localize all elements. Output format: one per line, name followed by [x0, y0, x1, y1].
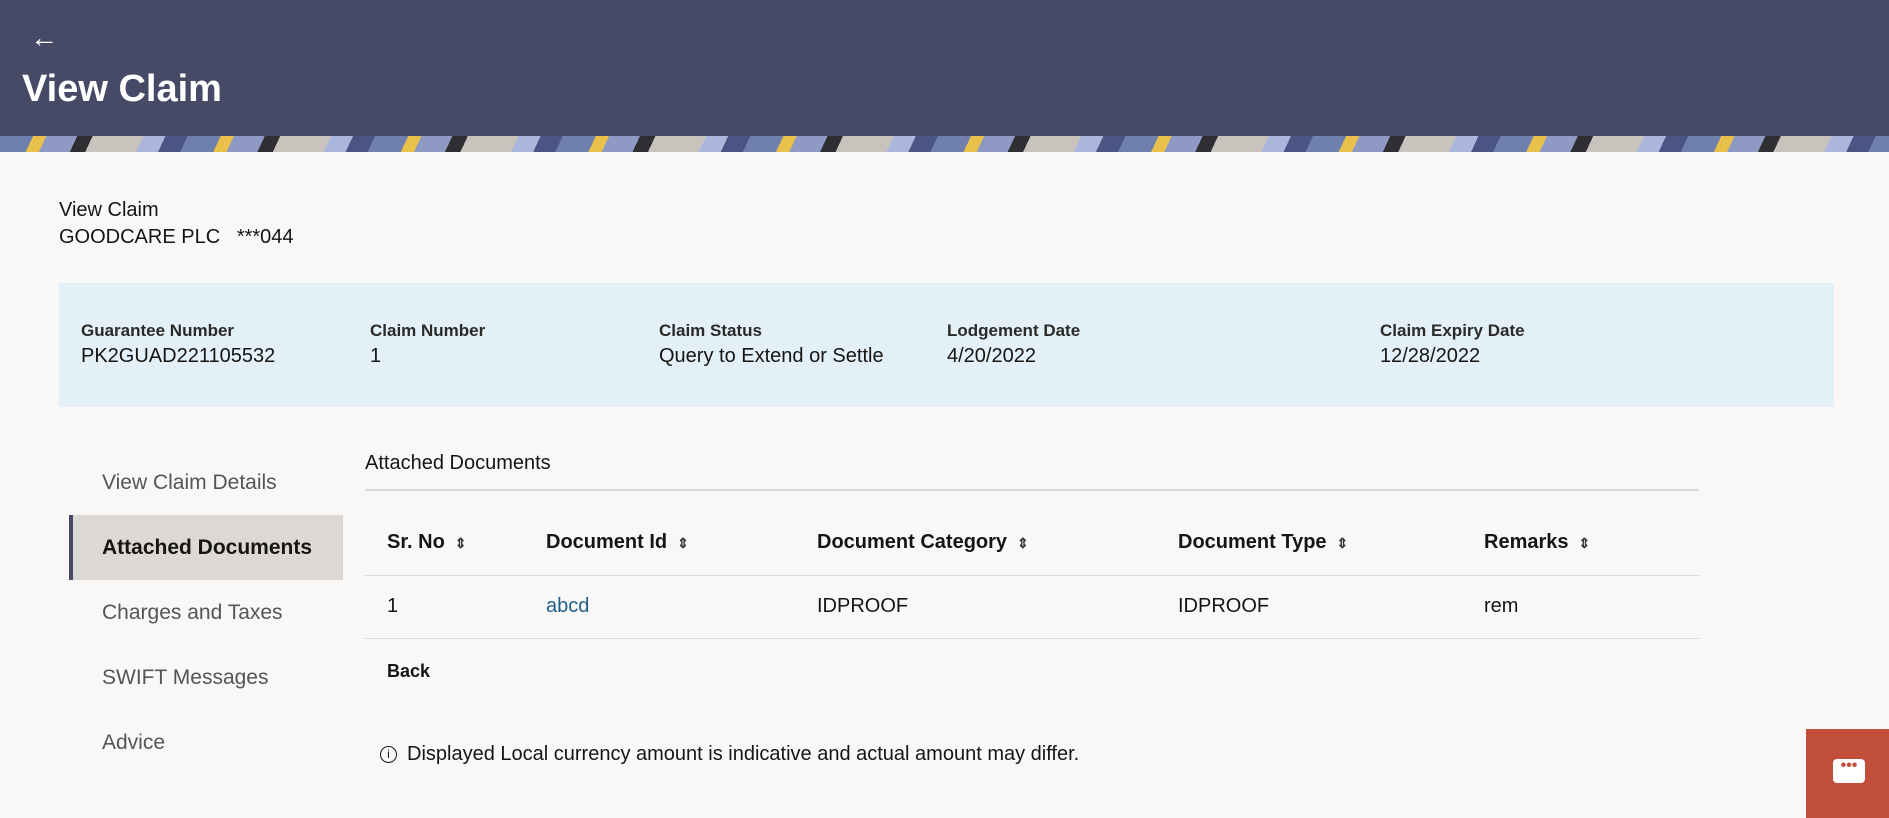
documents-table: Sr. No ⇕ Document Id ⇕ Document Category ⇕ … [365, 510, 1699, 639]
page-title: View Claim [22, 68, 222, 110]
value: 1 [370, 345, 382, 367]
table-header-row: Sr. No ⇕ Document Id ⇕ Document Category ⇕ … [365, 510, 1699, 576]
back-arrow-icon[interactable]: ← [30, 22, 58, 54]
header-label: Remarks [1484, 530, 1569, 553]
nav-advice[interactable]: Advice [69, 710, 343, 775]
info-icon: i [380, 746, 397, 763]
section-title: Attached Documents [365, 452, 551, 474]
table-row: 1 abcd IDPROOF IDPROOF rem [365, 575, 1699, 639]
back-button[interactable]: Back [387, 661, 430, 682]
col-sr-no[interactable]: Sr. No ⇕ [365, 510, 546, 576]
chat-icon: ••• [1833, 758, 1865, 783]
chat-button[interactable]: ••• [1806, 729, 1889, 818]
cell-sr-no: 1 [365, 575, 546, 639]
label: Lodgement Date [947, 321, 1081, 340]
claim-number: Claim Number 1 [370, 321, 485, 368]
subheader-party: GOODCARE PLC ***044 [59, 226, 294, 249]
header-label: Document Type [1178, 530, 1327, 553]
sort-icon[interactable]: ⇕ [1337, 535, 1349, 551]
guarantee-number: Guarantee Number PK2GUAD221105532 [81, 321, 275, 368]
header-label: Document Id [546, 530, 668, 553]
divider [365, 489, 1699, 491]
header-label: Sr. No [387, 530, 445, 553]
claim-summary: Guarantee Number PK2GUAD221105532 Claim N… [59, 283, 1834, 407]
label: Guarantee Number [81, 321, 235, 340]
label: Claim Expiry Date [1380, 321, 1525, 340]
col-document-type[interactable]: Document Type ⇕ [1178, 510, 1484, 576]
col-remarks[interactable]: Remarks ⇕ [1484, 510, 1699, 576]
value: 4/20/2022 [947, 345, 1036, 367]
sort-icon[interactable]: ⇕ [677, 535, 689, 551]
header-label: Document Category [817, 530, 1008, 553]
note-text: Displayed Local currency amount is indic… [407, 743, 1080, 765]
nav-charges-and-taxes[interactable]: Charges and Taxes [69, 580, 343, 645]
subheader-title: View Claim [59, 199, 159, 221]
document-link[interactable]: abcd [546, 595, 589, 617]
page-header: ← View Claim [0, 0, 1889, 136]
claim-status: Claim Status Query to Extend or Settle [659, 321, 884, 368]
value: 12/28/2022 [1380, 345, 1481, 367]
sort-icon[interactable]: ⇕ [455, 535, 467, 551]
account-number: ***044 [236, 226, 294, 248]
label: Claim Status [659, 321, 762, 340]
value: PK2GUAD221105532 [81, 345, 276, 367]
label: Claim Number [370, 321, 486, 340]
nav-swift-messages[interactable]: SWIFT Messages [69, 645, 343, 710]
nav-attached-documents[interactable]: Attached Documents [69, 515, 343, 580]
claim-expiry-date: Claim Expiry Date 12/28/2022 [1380, 321, 1525, 368]
sort-icon[interactable]: ⇕ [1579, 535, 1591, 551]
decorative-banner [0, 136, 1889, 152]
col-document-category[interactable]: Document Category ⇕ [817, 510, 1178, 576]
cell-document-category: IDPROOF [817, 575, 1178, 639]
value: Query to Extend or Settle [659, 345, 884, 367]
side-nav: View Claim Details Attached Documents Ch… [69, 450, 343, 775]
sort-icon[interactable]: ⇕ [1017, 535, 1029, 551]
cell-document-type: IDPROOF [1178, 575, 1484, 639]
cell-remarks: rem [1484, 575, 1699, 639]
party-name: GOODCARE PLC [59, 226, 221, 248]
currency-note: i Displayed Local currency amount is indi… [380, 743, 1079, 766]
col-document-id[interactable]: Document Id ⇕ [546, 510, 817, 576]
nav-view-claim-details[interactable]: View Claim Details [69, 450, 343, 515]
cell-document-id: abcd [546, 575, 817, 639]
lodgement-date: Lodgement Date 4/20/2022 [947, 321, 1080, 368]
